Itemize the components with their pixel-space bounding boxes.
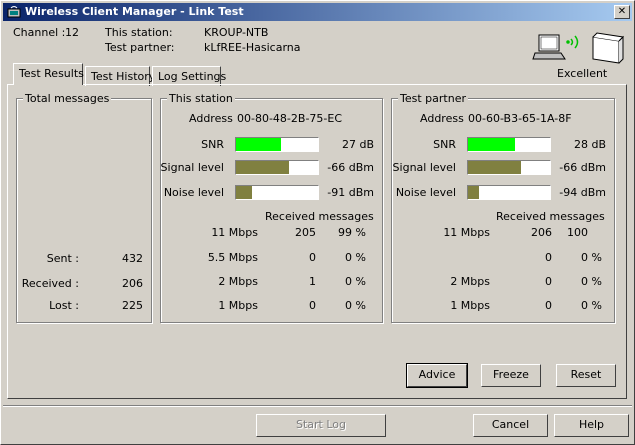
access-point-icon xyxy=(592,32,625,64)
partner-snr-bar xyxy=(467,137,551,152)
sent-label: Sent : xyxy=(46,252,79,265)
channel-value: 12 xyxy=(65,26,79,39)
this-station-label: This station: xyxy=(105,26,173,39)
this-station-title: This station xyxy=(167,92,235,105)
partner-received-header: Received messages xyxy=(496,210,605,223)
station-signal-value: -66 dBm xyxy=(327,161,374,174)
advice-button[interactable]: Advice xyxy=(406,363,468,388)
partner-noise-value: -94 dBm xyxy=(559,186,606,199)
station-rate-2: 2 Mbps xyxy=(218,275,258,288)
close-icon: ✕ xyxy=(617,6,627,17)
station-pct-1: 0 % xyxy=(345,251,366,264)
test-partner-value: kLfREE-Hasicarna xyxy=(204,41,301,54)
window-title: Wireless Client Manager - Link Test xyxy=(25,5,244,18)
station-noise-value: -91 dBm xyxy=(327,186,374,199)
station-snr-value: 27 dB xyxy=(341,138,374,151)
footer-separator xyxy=(3,405,632,407)
total-messages-title: Total messages xyxy=(23,92,112,105)
station-address-label: Address xyxy=(189,112,233,125)
station-address-value: 00-80-48-2B-75-EC xyxy=(237,112,343,125)
tab-test-history[interactable]: Test History xyxy=(85,66,155,86)
partner-pct-2: 0 % xyxy=(581,275,602,288)
close-button[interactable]: ✕ xyxy=(614,5,630,19)
title-bar[interactable]: Wireless Client Manager - Link Test ✕ xyxy=(3,3,632,21)
station-rate-1: 5.5 Mbps xyxy=(207,251,258,264)
station-count-1: 0 xyxy=(309,251,316,264)
partner-pct-0: 100 xyxy=(567,226,588,239)
freeze-button[interactable]: Freeze xyxy=(481,364,541,387)
partner-rate-0: 11 Mbps xyxy=(443,226,490,239)
partner-count-0: 206 xyxy=(531,226,552,239)
partner-pct-3: 0 % xyxy=(581,299,602,312)
start-log-button[interactable]: Start Log xyxy=(256,414,386,437)
partner-rate-2: 2 Mbps xyxy=(450,275,490,288)
received-label: Received : xyxy=(21,277,79,290)
station-noise-label: Noise level xyxy=(163,186,224,199)
station-snr-bar xyxy=(235,137,319,152)
station-pct-3: 0 % xyxy=(345,299,366,312)
this-station-group: This station Address 00-80-48-2B-75-EC S… xyxy=(160,92,383,323)
signal-waves-icon xyxy=(566,35,579,49)
station-signal-label: Signal level xyxy=(160,161,224,174)
station-signal-bar xyxy=(235,160,319,175)
sent-value: 432 xyxy=(122,252,143,265)
this-station-value: KROUP-NTB xyxy=(204,26,269,39)
test-partner-title: Test partner xyxy=(398,92,468,105)
partner-signal-value: -66 dBm xyxy=(559,161,606,174)
test-results-panel: Total messages Sent : 432 Received : 206… xyxy=(7,84,627,399)
station-count-3: 0 xyxy=(309,299,316,312)
station-count-0: 205 xyxy=(295,226,316,239)
partner-count-1: 0 xyxy=(545,251,552,264)
partner-count-3: 0 xyxy=(545,299,552,312)
partner-signal-bar xyxy=(467,160,551,175)
reset-button[interactable]: Reset xyxy=(556,364,616,387)
help-button[interactable]: Help xyxy=(554,414,629,437)
partner-noise-bar xyxy=(467,185,551,200)
partner-snr-value: 28 dB xyxy=(573,138,606,151)
station-pct-0: 99 % xyxy=(338,226,366,239)
station-count-2: 1 xyxy=(309,275,316,288)
partner-pct-1: 0 % xyxy=(581,251,602,264)
received-value: 206 xyxy=(122,277,143,290)
test-partner-label: Test partner: xyxy=(105,41,175,54)
partner-count-2: 0 xyxy=(545,275,552,288)
link-quality-text: Excellent xyxy=(557,67,608,80)
wireless-app-icon xyxy=(7,6,21,18)
partner-address-value: 00-60-B3-65-1A-8F xyxy=(468,112,572,125)
station-noise-bar xyxy=(235,185,319,200)
channel-label: Channel : xyxy=(13,26,66,39)
cancel-button[interactable]: Cancel xyxy=(473,414,548,437)
lost-value: 225 xyxy=(122,299,143,312)
laptop-icon xyxy=(532,34,566,60)
station-snr-label: SNR xyxy=(201,138,224,151)
total-messages-group: Total messages Sent : 432 Received : 206… xyxy=(16,92,152,323)
partner-snr-label: SNR xyxy=(433,138,456,151)
station-rate-0: 11 Mbps xyxy=(211,226,258,239)
link-quality-graphic xyxy=(532,32,625,64)
partner-address-label: Address xyxy=(420,112,464,125)
partner-noise-label: Noise level xyxy=(395,186,456,199)
station-received-header: Received messages xyxy=(265,210,374,223)
station-rate-3: 1 Mbps xyxy=(218,299,258,312)
lost-label: Lost : xyxy=(49,299,79,312)
link-test-window: Wireless Client Manager - Link Test ✕ Ch… xyxy=(0,0,635,445)
tab-test-results[interactable]: Test Results xyxy=(13,63,84,85)
test-partner-group: Test partner Address 00-60-B3-65-1A-8F S… xyxy=(391,92,615,323)
station-pct-2: 0 % xyxy=(345,275,366,288)
partner-rate-3: 1 Mbps xyxy=(450,299,490,312)
partner-signal-label: Signal level xyxy=(392,161,456,174)
tab-log-settings[interactable]: Log Settings xyxy=(152,66,226,86)
